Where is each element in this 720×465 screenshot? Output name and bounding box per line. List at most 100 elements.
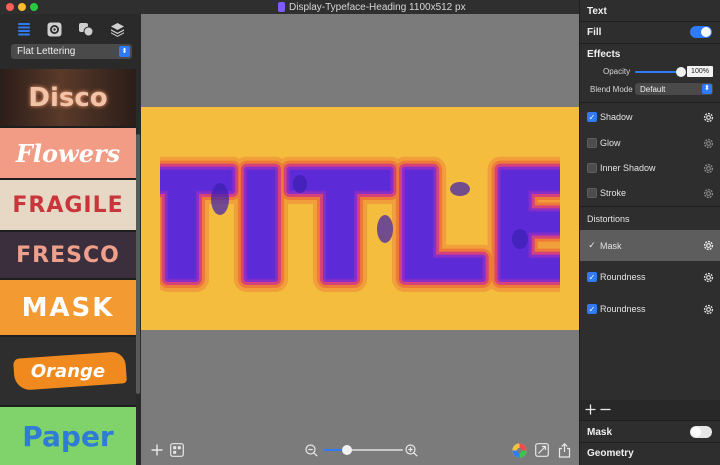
grid-icon[interactable] [169, 442, 185, 458]
preset-label: Flowers [15, 138, 121, 168]
minimize-window-button[interactable] [18, 3, 26, 11]
geometry-section-header[interactable]: Geometry [580, 446, 720, 460]
divider [580, 420, 720, 421]
zoom-slider[interactable] [323, 445, 403, 455]
effect-label: Shadow [600, 112, 633, 122]
effects-section-title: Effects [587, 48, 621, 60]
effect-row-stroke[interactable]: Stroke [580, 184, 720, 202]
fill-toggle-knob [701, 27, 711, 37]
fill-row: Fill [580, 25, 720, 39]
blend-mode-value: Default [640, 84, 666, 94]
effect-checkbox[interactable] [587, 188, 597, 198]
distortion-label: Roundness [600, 304, 646, 314]
preset-sidebar: Flat Lettering ⬍ Disco Flowers FRAGILE F… [0, 14, 141, 465]
chevron-updown-icon: ⬍ [119, 46, 130, 57]
preset-item-disco[interactable]: Disco [0, 69, 136, 128]
divider [580, 206, 720, 207]
distortion-label: Mask [600, 240, 622, 251]
preset-category-select[interactable]: Flat Lettering ⬍ [11, 44, 132, 59]
gear-icon[interactable] [702, 137, 715, 150]
preset-item-fragile[interactable]: FRAGILE [0, 180, 136, 232]
blend-mode-select[interactable]: Default ⬍ [635, 83, 713, 95]
title-artwork: TITLE TITLE TITLE TITLE TITLE [160, 129, 560, 309]
preset-list: Disco Flowers FRAGILE FRESCO MASK Orange… [0, 69, 141, 465]
distortion-label: Roundness [600, 272, 646, 282]
chevron-updown-icon: ⬍ [702, 84, 712, 94]
text-section-header[interactable]: Text [580, 4, 720, 18]
distortion-row-roundness-1[interactable]: ✓ Roundness [580, 268, 720, 286]
color-wheel-icon[interactable] [511, 442, 527, 458]
distortion-checkbox[interactable]: ✓ [587, 304, 597, 314]
share-icon[interactable] [556, 442, 572, 458]
blend-mode-label: Blend Mode [590, 85, 633, 94]
inspector-panel: Text Fill Effects Opacity 100% Blend Mod… [579, 0, 720, 465]
gear-icon[interactable] [702, 303, 715, 316]
layers-icon[interactable] [108, 20, 126, 38]
preset-label: MASK [21, 292, 115, 323]
gear-icon[interactable] [702, 271, 715, 284]
gear-icon[interactable] [702, 111, 715, 124]
minus-icon[interactable] [600, 404, 612, 416]
plus-icon[interactable] [149, 442, 165, 458]
opacity-slider[interactable] [635, 67, 686, 77]
divider [580, 43, 720, 44]
mask-label: Mask [587, 426, 613, 438]
mask-toggle[interactable] [690, 426, 712, 438]
gear-icon[interactable] [702, 239, 715, 252]
gear-square-icon[interactable] [46, 20, 64, 38]
effect-label: Inner Shadow [600, 163, 656, 173]
opacity-label: Opacity [603, 67, 631, 76]
crop-icon[interactable] [534, 442, 550, 458]
divider [580, 442, 720, 443]
distortion-add-remove-bar [580, 400, 720, 420]
preset-item-fresco[interactable]: FRESCO [0, 232, 136, 280]
effect-row-shadow[interactable]: ✓ Shadow [580, 108, 720, 126]
distortion-checkbox[interactable]: ✓ [587, 272, 597, 282]
fill-label: Fill [587, 26, 602, 38]
effect-checkbox[interactable] [587, 163, 597, 173]
plus-icon[interactable] [585, 404, 597, 416]
close-window-button[interactable] [6, 3, 14, 11]
opacity-slider-knob[interactable] [676, 67, 686, 77]
document-icon [278, 2, 285, 12]
opacity-value-field[interactable]: 100% [687, 66, 713, 77]
preset-category-value: Flat Lettering [17, 46, 76, 57]
gear-icon[interactable] [702, 187, 715, 200]
distortion-checkbox[interactable]: ✓ [587, 240, 597, 251]
document-title-text: Display-Typeface-Heading 1100x512 px [289, 1, 466, 13]
divider [580, 102, 720, 103]
mask-toggle-knob [691, 427, 701, 437]
preset-label: FRAGILE [12, 192, 124, 218]
effect-checkbox[interactable] [587, 138, 597, 148]
canvas-bottom-toolbar [141, 435, 579, 465]
distortion-row-mask[interactable]: ✓ Mask [580, 230, 720, 261]
sidebar-scrollbar[interactable] [136, 134, 140, 394]
blend-mode-row: Blend Mode Default ⬍ [580, 83, 720, 96]
sidebar-toolbar [0, 14, 141, 44]
preset-label: Orange [30, 360, 106, 382]
text-section-title: Text [587, 5, 607, 17]
divider [580, 21, 720, 22]
effects-section-header: Effects [580, 47, 720, 61]
preset-item-orange[interactable]: Orange [0, 337, 136, 407]
zoom-slider-knob[interactable] [342, 445, 352, 455]
distortions-section-header: Distortions [580, 212, 720, 226]
preset-item-flowers[interactable]: Flowers [0, 128, 136, 180]
fill-toggle[interactable] [690, 26, 712, 38]
preset-item-mask[interactable]: MASK [0, 280, 136, 337]
effect-checkbox[interactable]: ✓ [587, 112, 597, 122]
preset-item-paper[interactable]: Paper [0, 407, 136, 465]
shapes-icon[interactable] [77, 20, 95, 38]
zoom-out-icon[interactable] [303, 442, 319, 458]
gear-icon[interactable] [702, 162, 715, 175]
effect-label: Glow [600, 138, 621, 148]
distortion-row-roundness-2[interactable]: ✓ Roundness [580, 300, 720, 318]
effect-row-glow[interactable]: Glow [580, 134, 720, 152]
effect-row-inner-shadow[interactable]: Inner Shadow [580, 159, 720, 177]
artboard[interactable]: TITLE TITLE TITLE TITLE TITLE [141, 107, 579, 330]
effect-label: Stroke [600, 188, 627, 198]
zoom-in-icon[interactable] [403, 442, 419, 458]
document-title: Display-Typeface-Heading 1100x512 px [278, 1, 466, 13]
list-icon[interactable] [15, 20, 33, 38]
zoom-window-button[interactable] [30, 3, 38, 11]
